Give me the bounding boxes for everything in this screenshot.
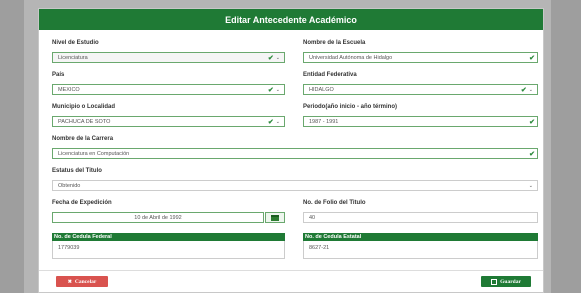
- check-icon: ✔: [267, 54, 274, 62]
- cedula-estatal-field[interactable]: 8627-21: [303, 241, 538, 259]
- nivel-select[interactable]: Licenciatura ✔ ⌄: [52, 52, 285, 63]
- calendar-button[interactable]: [265, 212, 285, 223]
- escuela-value: Universidad Autónoma de Hidalgo: [309, 54, 393, 61]
- pais-label: País: [52, 72, 65, 78]
- periodo-input[interactable]: 1987 - 1991 ✔: [303, 116, 538, 127]
- folio-value: 40: [309, 214, 316, 221]
- pais-value: MEXICO: [58, 86, 80, 93]
- check-icon: ✔: [529, 150, 535, 158]
- periodo-value: 1987 - 1991: [309, 118, 339, 125]
- save-icon: [491, 278, 498, 285]
- cedula-federal-value: 1779039: [58, 245, 80, 251]
- municipio-label: Municipio o Localidad: [52, 104, 115, 110]
- folio-input[interactable]: 40: [303, 212, 538, 223]
- check-icon: ✔: [267, 86, 274, 94]
- pais-select[interactable]: MEXICO ✔ ⌄: [52, 84, 285, 95]
- check-icon: ✔: [529, 118, 535, 126]
- entidad-select[interactable]: HIDALGO ✔ ⌄: [303, 84, 538, 95]
- modal-title: Editar Antecedente Académico: [225, 14, 357, 25]
- chevron-down-icon: ⌄: [528, 182, 533, 189]
- municipio-select[interactable]: PACHUCA DE SOTO ✔ ⌄: [52, 116, 285, 127]
- entidad-value: HIDALGO: [309, 86, 334, 93]
- modal-footer: ✖ Cancelar Guardar: [39, 270, 543, 292]
- modal-header: Editar Antecedente Académico: [39, 9, 543, 30]
- municipio-value: PACHUCA DE SOTO: [58, 118, 111, 125]
- entidad-label: Entidad Federativa: [303, 72, 357, 78]
- escuela-label: Nombre de la Escuela: [303, 40, 366, 46]
- estatus-label: Estatus del Titulo: [52, 168, 102, 174]
- estatus-select[interactable]: Obtenido ⌄: [52, 180, 538, 191]
- chevron-down-icon: ⌄: [528, 86, 533, 93]
- nivel-value: Licenciatura: [58, 54, 88, 61]
- check-icon: ✔: [520, 86, 527, 94]
- close-icon: ✖: [67, 279, 72, 285]
- edit-modal: Editar Antecedente Académico Nivel de Es…: [38, 8, 544, 293]
- fecha-label: Fecha de Expedición: [52, 200, 112, 206]
- folio-label: No. de Folio del Titulo: [303, 200, 366, 206]
- cedula-federal-field[interactable]: 1779039: [52, 241, 285, 259]
- estatus-value: Obtenido: [58, 182, 81, 189]
- calendar-icon: [271, 214, 279, 221]
- page-backdrop-left: [0, 0, 24, 293]
- chevron-down-icon: ⌄: [275, 54, 280, 61]
- fecha-value: 10 de Abril de 1992: [134, 214, 182, 221]
- chevron-down-icon: ⌄: [275, 86, 280, 93]
- cedula-estatal-header: No. de Cedula Estatal: [303, 233, 538, 241]
- nivel-label: Nivel de Estudio: [52, 40, 99, 46]
- page-backdrop-right: [551, 0, 581, 293]
- cedula-estatal-value: 8627-21: [309, 245, 330, 251]
- fecha-input[interactable]: 10 de Abril de 1992: [52, 212, 264, 223]
- periodo-label: Periodo(año inicio - año término): [303, 104, 398, 110]
- chevron-down-icon: ⌄: [275, 118, 280, 125]
- save-button[interactable]: Guardar: [481, 276, 531, 287]
- carrera-label: Nombre de la Carrera: [52, 136, 114, 142]
- escuela-input[interactable]: Universidad Autónoma de Hidalgo ✔: [303, 52, 538, 63]
- check-icon: ✔: [529, 54, 535, 62]
- cancel-button-label: Cancelar: [74, 278, 97, 285]
- check-icon: ✔: [267, 118, 274, 126]
- save-button-label: Guardar: [500, 278, 521, 285]
- carrera-input[interactable]: Licenciatura en Computación ✔: [52, 148, 538, 159]
- cedula-federal-header: No. de Cedula Federal: [52, 233, 285, 241]
- carrera-value: Licenciatura en Computación: [58, 150, 130, 157]
- cancel-button[interactable]: ✖ Cancelar: [56, 276, 108, 287]
